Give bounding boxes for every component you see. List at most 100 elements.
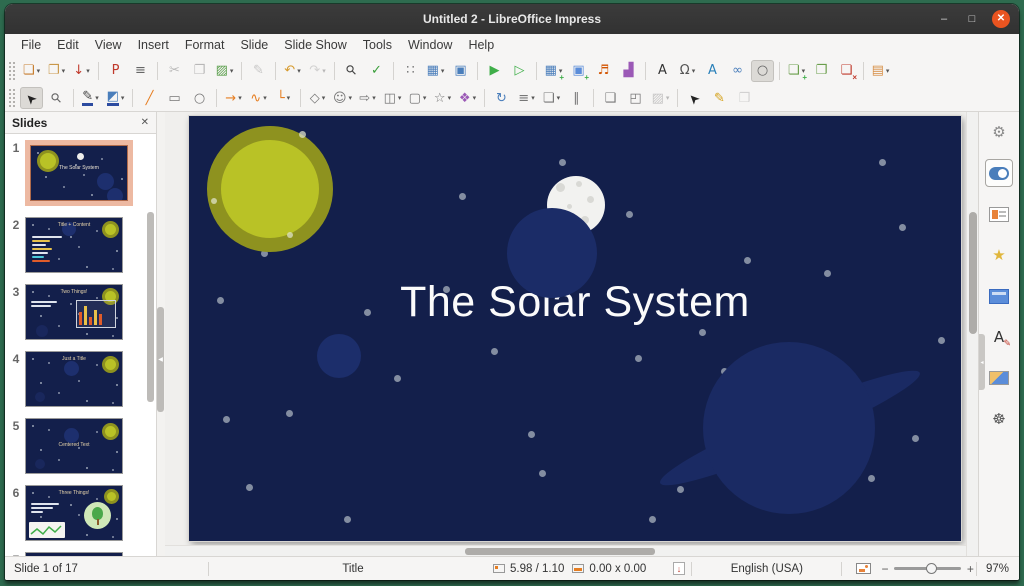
- image-filter-icon[interactable]: ▨▾: [649, 87, 672, 109]
- menu-file[interactable]: File: [13, 36, 49, 54]
- toggle-extrusion-icon[interactable]: ❒: [733, 87, 756, 109]
- zoom-percentage[interactable]: 97%: [977, 563, 1019, 575]
- ellipse-icon[interactable]: ○: [188, 87, 211, 109]
- insert-audio-video-icon[interactable]: ♬: [592, 60, 615, 82]
- menu-tools[interactable]: Tools: [355, 36, 400, 54]
- save-icon[interactable]: ↓▾: [70, 60, 93, 82]
- yellow-planet-shape[interactable]: [207, 126, 333, 252]
- vertical-scrollbar-thumb[interactable]: [969, 212, 977, 334]
- slide-thumbnail[interactable]: [25, 552, 123, 556]
- export-pdf-icon[interactable]: P: [104, 60, 127, 82]
- rotate-icon[interactable]: ↻: [490, 87, 513, 109]
- slide-thumbnail[interactable]: Two Things!: [25, 284, 123, 340]
- status-object-size[interactable]: 0.00 x 0.00: [572, 563, 666, 575]
- start-from-current-slide-icon[interactable]: ▷: [508, 60, 531, 82]
- menu-format[interactable]: Format: [177, 36, 233, 54]
- menu-help[interactable]: Help: [460, 36, 502, 54]
- slide-transition-icon[interactable]: [985, 200, 1013, 228]
- select-icon[interactable]: ➤: [20, 87, 43, 109]
- star-shapes-icon[interactable]: ☆▾: [431, 87, 454, 109]
- basic-shapes-icon[interactable]: ◇▾: [306, 87, 329, 109]
- navigator-icon[interactable]: ☸: [985, 405, 1013, 433]
- close-button[interactable]: ✕: [992, 10, 1010, 28]
- insert-table-icon[interactable]: ▦+▾: [542, 60, 565, 82]
- block-arrows-icon[interactable]: ⇨▾: [356, 87, 379, 109]
- menu-window[interactable]: Window: [400, 36, 460, 54]
- title-bar[interactable]: Untitled 2 - LibreOffice Impress – □ ✕: [5, 4, 1019, 34]
- line-color-icon[interactable]: ✎▾: [79, 87, 102, 109]
- vertical-scrollbar[interactable]: [966, 112, 978, 556]
- shadow-icon[interactable]: ❑: [599, 87, 622, 109]
- slides-panel-close-icon[interactable]: ✕: [141, 117, 149, 128]
- paste-icon[interactable]: ▨▾: [213, 60, 236, 82]
- slide-thumbnail[interactable]: Title + Content: [25, 217, 123, 273]
- zoom-slider[interactable]: [894, 567, 961, 570]
- slide-number[interactable]: 5: [7, 418, 25, 433]
- 3d-objects-icon[interactable]: ❖▾: [456, 87, 479, 109]
- status-slide-info[interactable]: Slide 1 of 17: [5, 563, 208, 575]
- show-draw-functions-icon[interactable]: ○: [751, 60, 774, 82]
- menu-edit[interactable]: Edit: [49, 36, 87, 54]
- toolbar-drag-handle[interactable]: [9, 62, 15, 80]
- connectors-icon[interactable]: └▾: [272, 87, 295, 109]
- duplicate-slide-icon[interactable]: ❐: [810, 60, 833, 82]
- menu-insert[interactable]: Insert: [130, 36, 177, 54]
- blue-planet-shape[interactable]: [507, 208, 597, 298]
- document-modified-icon[interactable]: ↓: [673, 562, 686, 575]
- zoom-pan-icon[interactable]: ⚲: [45, 87, 68, 109]
- slides-panel-scrollbar-thumb[interactable]: [147, 212, 154, 402]
- insert-image-icon[interactable]: ▣+: [567, 60, 590, 82]
- master-slide-icon[interactable]: ▤▾: [869, 60, 892, 82]
- status-cursor-position[interactable]: 5.98 / 1.10: [478, 563, 572, 575]
- edit-points-icon[interactable]: ➤: [683, 87, 706, 109]
- panel-collapse-handle[interactable]: ◀: [157, 307, 164, 412]
- image-icon[interactable]: ▣: [449, 60, 472, 82]
- slide-thumbnail[interactable]: The Solar System: [30, 145, 128, 201]
- slide-number[interactable]: 6: [7, 485, 25, 500]
- horizontal-scrollbar-thumb[interactable]: [465, 548, 655, 555]
- sidebar-settings-icon[interactable]: ⚙: [985, 118, 1013, 146]
- insert-chart-icon[interactable]: ▟: [617, 60, 640, 82]
- menu-slide[interactable]: Slide: [232, 36, 276, 54]
- zoom-in-button[interactable]: +: [964, 562, 976, 576]
- crop-icon[interactable]: ◰: [624, 87, 647, 109]
- gallery-icon[interactable]: [985, 364, 1013, 392]
- toolbar-drag-handle[interactable]: [9, 89, 15, 107]
- saturn-planet-shape[interactable]: [703, 342, 875, 514]
- slide-number[interactable]: 4: [7, 351, 25, 366]
- slide-number[interactable]: 2: [7, 217, 25, 232]
- maximize-button[interactable]: □: [964, 14, 980, 25]
- spelling-icon[interactable]: ✓: [365, 60, 388, 82]
- zoom-out-button[interactable]: −: [879, 562, 891, 576]
- arrange-icon[interactable]: ❏▾: [540, 87, 563, 109]
- delete-slide-icon[interactable]: ❏×: [835, 60, 858, 82]
- undo-icon[interactable]: ↶▾: [281, 60, 304, 82]
- menu-slide-show[interactable]: Slide Show: [276, 36, 355, 54]
- start-from-first-slide-icon[interactable]: ▶: [483, 60, 506, 82]
- cut-icon[interactable]: ✂: [163, 60, 186, 82]
- table-icon[interactable]: ▦▾: [424, 60, 447, 82]
- new-presentation-icon[interactable]: ❏▾: [20, 60, 43, 82]
- animation-icon[interactable]: ★: [985, 241, 1013, 269]
- glue-points-icon[interactable]: ✎: [708, 87, 731, 109]
- distribute-icon[interactable]: ∥: [565, 87, 588, 109]
- slide-number[interactable]: 7: [7, 552, 25, 556]
- slides-panel-scrollbar[interactable]: [147, 142, 155, 552]
- slide-number[interactable]: 3: [7, 284, 25, 299]
- rectangle-icon[interactable]: ▭: [163, 87, 186, 109]
- slide-thumbnail[interactable]: Just a Title: [25, 351, 123, 407]
- sidebar-collapse-handle[interactable]: ◂: [979, 334, 985, 390]
- zoom-slider-knob[interactable]: [926, 563, 937, 574]
- small-blue-planet-shape[interactable]: [317, 334, 361, 378]
- copy-icon[interactable]: ❐: [188, 60, 211, 82]
- slide-thumbnail[interactable]: Three Things!: [25, 485, 123, 541]
- insert-line-icon[interactable]: ╱: [138, 87, 161, 109]
- callout-shapes-icon[interactable]: ▢▾: [406, 87, 429, 109]
- insert-text-box-icon[interactable]: A: [651, 60, 674, 82]
- find-replace-icon[interactable]: ⚲: [340, 60, 363, 82]
- insert-special-character-icon[interactable]: Ω▾: [676, 60, 699, 82]
- properties-icon[interactable]: [985, 159, 1013, 187]
- slide-editing-area[interactable]: The Solar System: [189, 116, 961, 541]
- slide-thumbnail[interactable]: Centered Text: [25, 418, 123, 474]
- insert-hyperlink-icon[interactable]: ∞: [726, 60, 749, 82]
